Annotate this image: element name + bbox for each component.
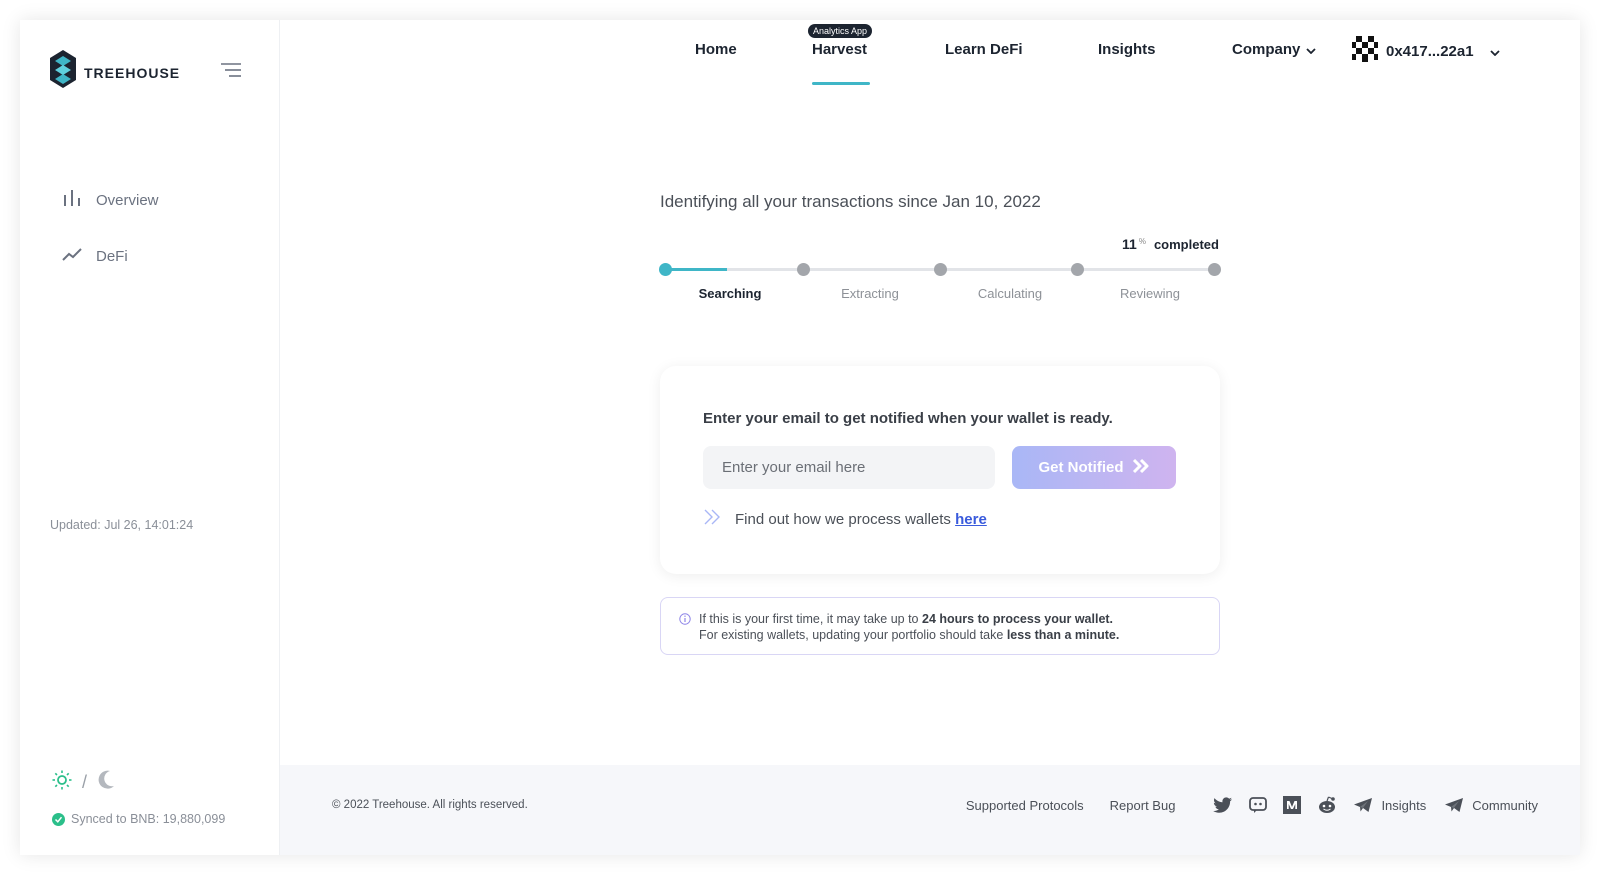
info-line-1-emphasis: 24 hours to process your wallet. <box>922 612 1114 626</box>
wallet-avatar-icon <box>1352 36 1378 66</box>
progress-fill <box>666 268 727 271</box>
analytics-app-badge: Analytics App <box>808 24 873 38</box>
sidebar-item-label: Overview <box>96 191 159 209</box>
sync-status-text: Synced to BNB: 19,880,099 <box>71 812 226 826</box>
moon-icon[interactable] <box>97 770 115 795</box>
progress-completed-label: completed <box>1153 237 1219 252</box>
progress-percent-symbol: % <box>1138 237 1146 246</box>
sidebar: TREEHOUSE Overview DeFi Updated: Jul 26,… <box>20 20 280 855</box>
email-notify-card: Enter your email to get notified when yo… <box>660 366 1220 574</box>
process-info-text: Find out how we process wallets <box>735 510 951 528</box>
telegram-icon[interactable] <box>1353 797 1373 813</box>
email-input[interactable] <box>703 446 995 489</box>
discord-icon[interactable] <box>1249 797 1268 813</box>
top-navigation: Home Analytics App Harvest Learn DeFi In… <box>280 20 1580 95</box>
step-dot-calculating <box>934 263 947 276</box>
last-updated-text: Updated: Jul 26, 14:01:24 <box>50 518 194 532</box>
chevron-down-icon <box>1489 43 1500 60</box>
logo[interactable]: TREEHOUSE <box>50 50 180 95</box>
footer-link-insights[interactable]: Insights <box>1381 798 1426 813</box>
footer: © 2022 Treehouse. All rights reserved. S… <box>280 765 1580 855</box>
get-notified-button[interactable]: Get Notified <box>1012 446 1176 489</box>
step-label-searching: Searching <box>698 286 762 301</box>
progress-headline: Identifying all your transactions since … <box>660 192 1041 211</box>
sidebar-nav: Overview DeFi <box>62 172 159 284</box>
bar-chart-icon <box>62 189 82 211</box>
wallet-menu[interactable]: 0x417...22a1 <box>1352 36 1500 66</box>
info-line-2-emphasis: less than a minute. <box>1006 628 1120 642</box>
footer-link-report-bug[interactable]: Report Bug <box>1110 798 1176 813</box>
nav-company-label: Company <box>1232 41 1301 58</box>
sidebar-item-overview[interactable]: Overview <box>62 172 159 228</box>
wallet-address: 0x417...22a1 <box>1386 42 1474 60</box>
progress-percentage: 11 % completed <box>1122 236 1219 252</box>
treehouse-logo-icon <box>50 50 76 95</box>
progress-percent-value: 11 <box>1122 236 1137 252</box>
double-chevron-right-icon <box>1132 458 1150 478</box>
nav-learn-defi[interactable]: Learn DeFi <box>945 41 1023 58</box>
sidebar-item-label: DeFi <box>96 247 128 265</box>
here-link[interactable]: here <box>955 511 987 528</box>
footer-link-community[interactable]: Community <box>1472 798 1538 813</box>
telegram-icon[interactable] <box>1444 797 1464 813</box>
step-dot-extracting <box>797 263 810 276</box>
active-nav-indicator <box>812 82 870 85</box>
check-circle-icon <box>52 812 65 826</box>
twitter-icon[interactable] <box>1213 797 1233 813</box>
sidebar-item-defi[interactable]: DeFi <box>62 228 159 284</box>
sun-icon[interactable] <box>52 770 72 795</box>
main-content: Home Analytics App Harvest Learn DeFi In… <box>280 20 1580 855</box>
notify-card-title: Enter your email to get notified when yo… <box>703 410 1113 427</box>
sync-status: Synced to BNB: 19,880,099 <box>52 812 225 826</box>
copyright-text: © 2022 Treehouse. All rights reserved. <box>332 799 528 811</box>
trend-line-icon <box>62 246 82 266</box>
info-line-2-text: For existing wallets, updating your port… <box>699 628 1004 642</box>
logo-text: TREEHOUSE <box>84 64 181 81</box>
info-line-2: For existing wallets, updating your port… <box>699 627 1219 643</box>
step-label-extracting: Extracting <box>841 286 899 301</box>
theme-toggle: / <box>52 770 115 795</box>
info-icon <box>679 613 691 629</box>
step-label-reviewing: Reviewing <box>1120 286 1180 301</box>
double-chevron-right-icon <box>703 508 723 530</box>
nav-home[interactable]: Home <box>695 41 737 58</box>
nav-harvest[interactable]: Harvest <box>812 41 867 58</box>
step-dot-searching <box>659 263 672 276</box>
chevron-down-icon <box>1306 41 1316 58</box>
medium-icon[interactable] <box>1283 796 1302 814</box>
footer-link-supported-protocols[interactable]: Supported Protocols <box>966 798 1084 813</box>
nav-company[interactable]: Company <box>1232 41 1316 58</box>
step-label-calculating: Calculating <box>977 286 1043 301</box>
nav-insights[interactable]: Insights <box>1098 41 1156 58</box>
step-dot-complete <box>1208 263 1221 276</box>
app-window: TREEHOUSE Overview DeFi Updated: Jul 26,… <box>20 20 1580 855</box>
step-dot-reviewing <box>1071 263 1084 276</box>
processing-info-box: If this is your first time, it may take … <box>660 597 1220 655</box>
info-line-1-text: If this is your first time, it may take … <box>699 612 919 626</box>
reddit-icon[interactable] <box>1317 796 1337 814</box>
process-info-link: Find out how we process wallets here <box>703 508 987 530</box>
info-line-1: If this is your first time, it may take … <box>699 611 1219 627</box>
footer-links: Supported Protocols Report Bug Insights <box>940 796 1538 814</box>
menu-toggle-icon[interactable] <box>220 62 242 83</box>
get-notified-label: Get Notified <box>1038 459 1124 476</box>
theme-separator: / <box>82 772 88 792</box>
